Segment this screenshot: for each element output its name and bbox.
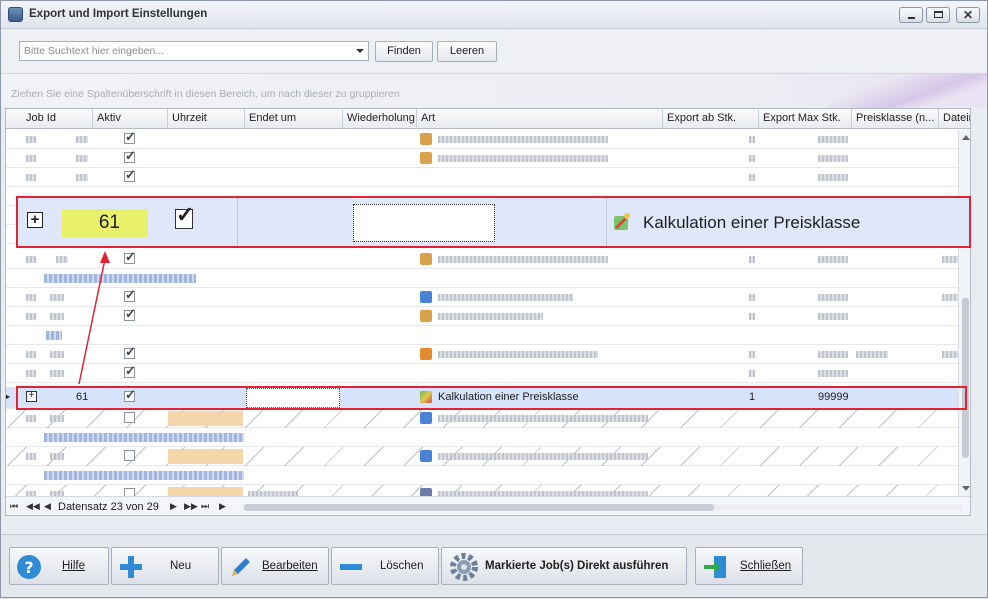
- exit-door-icon: [702, 554, 728, 580]
- run-jobs-button[interactable]: Markierte Job(s) Direkt ausführen: [441, 547, 687, 585]
- footer-toolbar: ? Hilfe Neu Bearbeiten Löschen Markierte…: [1, 534, 987, 597]
- annotation-arrow: [78, 251, 110, 385]
- gear-icon: [448, 551, 480, 583]
- svg-text:?: ?: [24, 558, 33, 577]
- help-button[interactable]: ? Hilfe: [9, 547, 109, 585]
- help-icon: ?: [16, 554, 42, 580]
- minus-icon: [338, 554, 364, 580]
- edit-button[interactable]: Bearbeiten: [221, 547, 329, 585]
- app-window: Export und Import Einstellungen ✕ Bitte …: [0, 0, 988, 598]
- close-button[interactable]: Schließen: [695, 547, 803, 585]
- delete-button[interactable]: Löschen: [331, 547, 439, 585]
- plus-icon: [118, 554, 144, 580]
- pencil-icon: [228, 554, 254, 580]
- new-button[interactable]: Neu: [111, 547, 219, 585]
